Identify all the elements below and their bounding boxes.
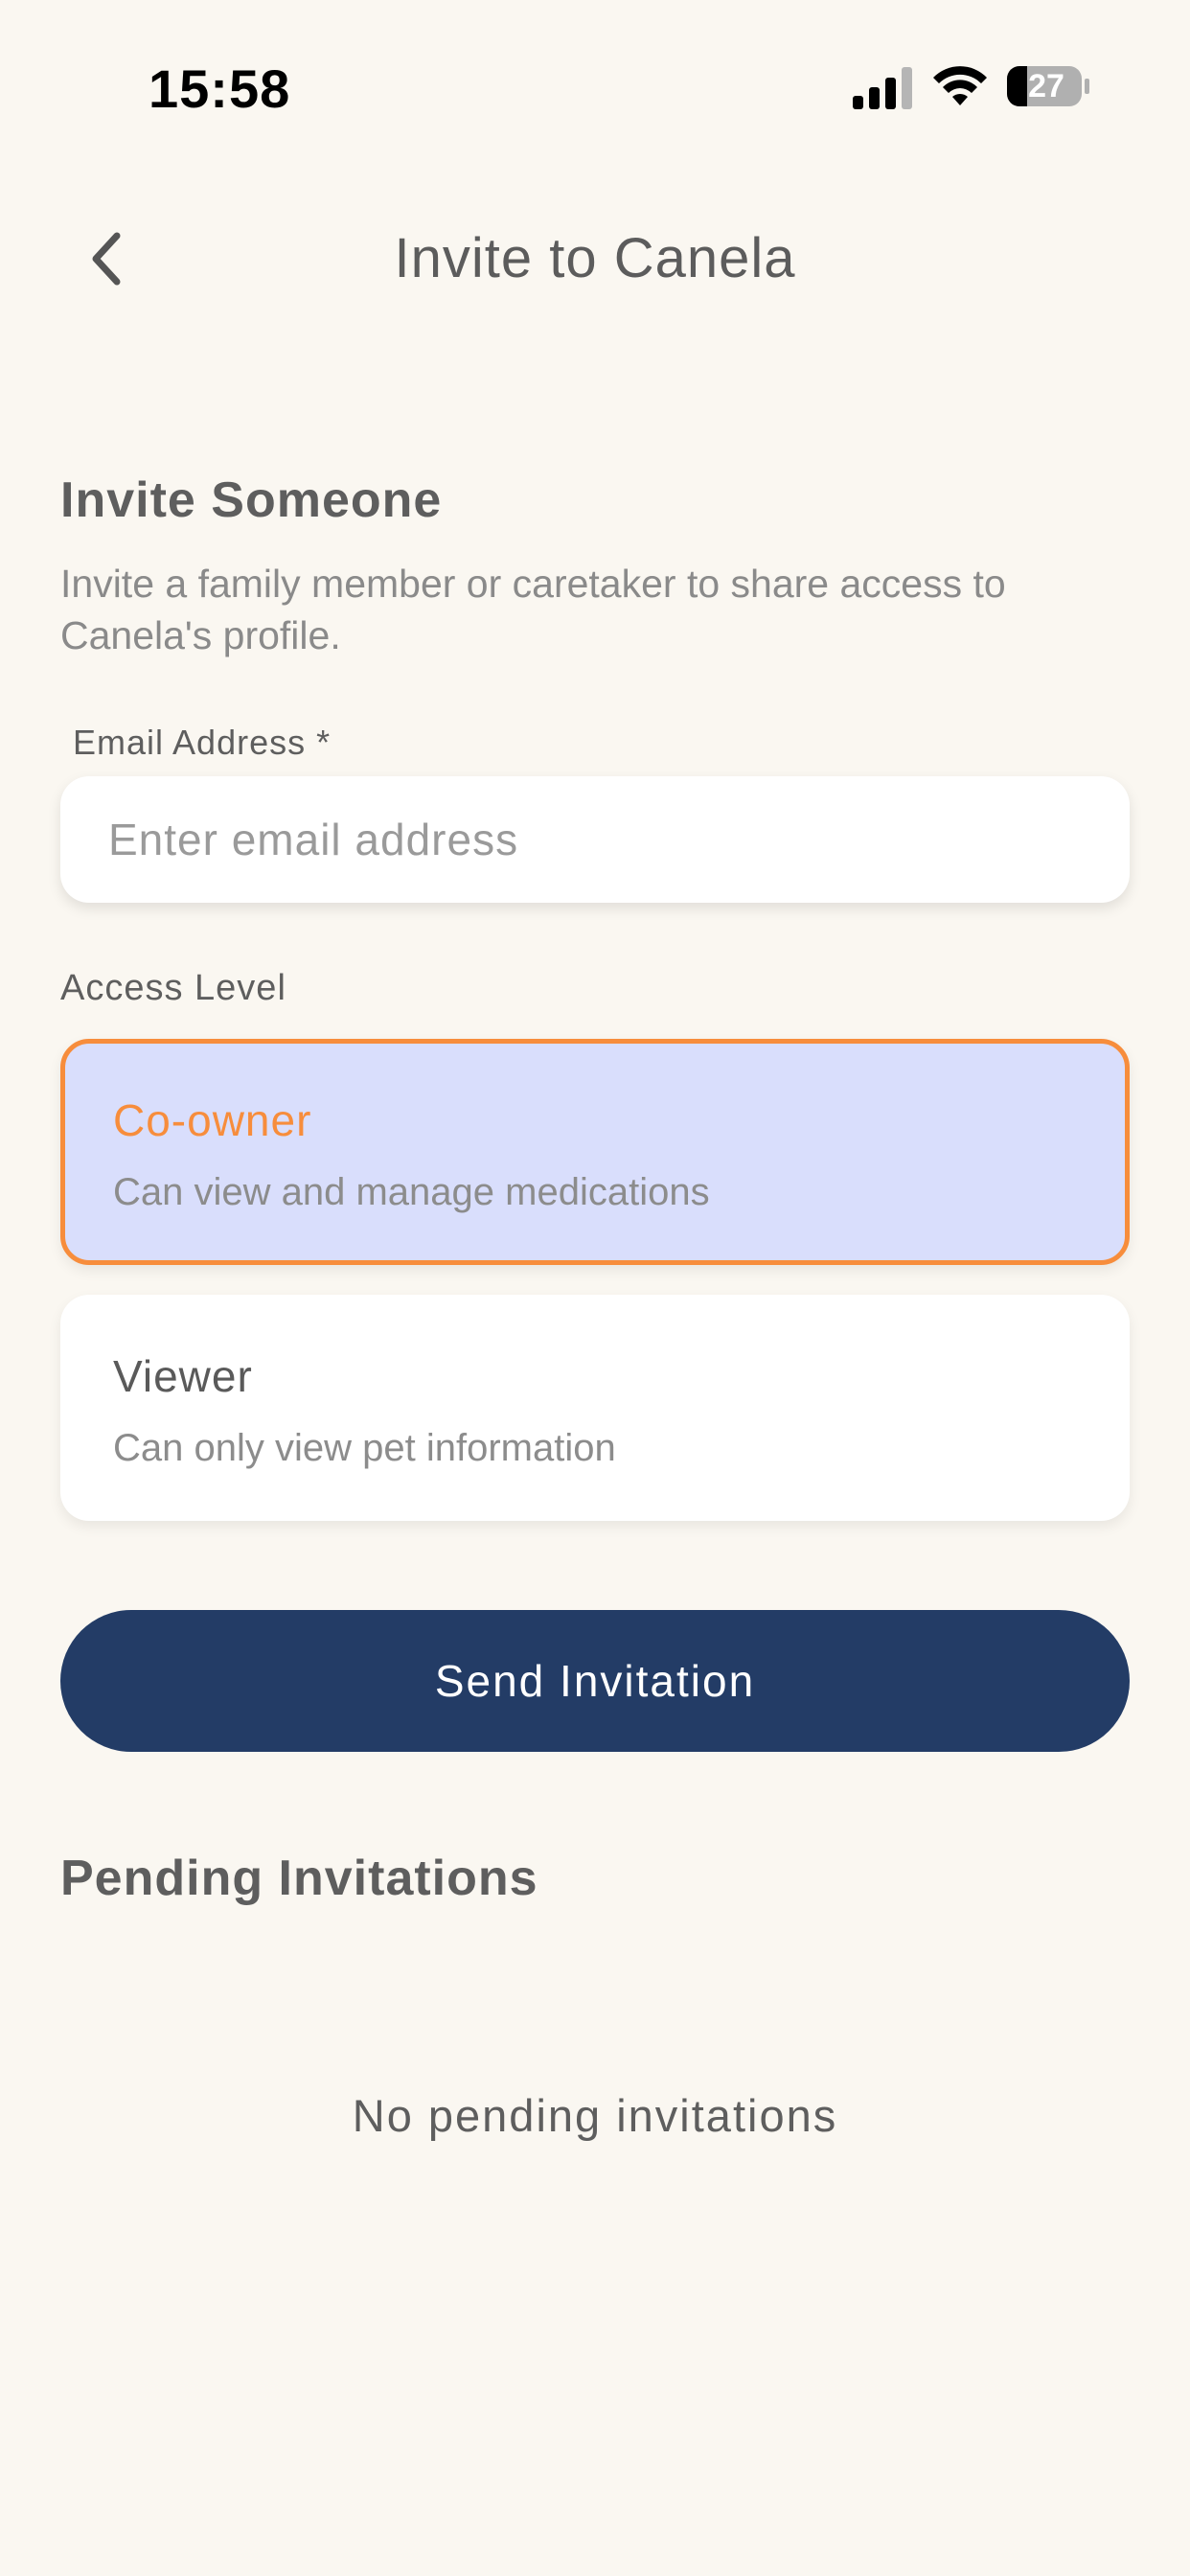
battery-level: 27 [1028, 68, 1064, 104]
option-title: Viewer [113, 1351, 253, 1401]
wifi-icon [933, 66, 987, 105]
page-title: Invite to Canela [394, 227, 796, 289]
send-invitation-button[interactable]: Send Invitation [60, 1610, 1130, 1752]
email-label: Email Address * [73, 723, 332, 762]
option-subtitle: Can only view pet information [113, 1427, 616, 1469]
status-time: 15:58 [149, 58, 291, 119]
email-input[interactable] [60, 776, 1130, 903]
pending-heading: Pending Invitations [60, 1851, 538, 1906]
option-title: Co-owner [113, 1095, 312, 1145]
invite-description: Invite a family member or caretaker to s… [60, 562, 1006, 657]
cellular-signal-icon [853, 67, 912, 109]
access-level-label: Access Level [60, 968, 286, 1008]
invite-screen: 15:58 27 Invite to Canela Invite Someone… [0, 0, 1190, 2576]
empty-state-text: No pending invitations [352, 2090, 838, 2141]
status-bar: 15:58 27 [0, 0, 1190, 172]
invite-heading: Invite Someone [60, 472, 443, 528]
option-subtitle: Can view and manage medications [113, 1171, 710, 1213]
option-co-owner[interactable]: Co-owner Can view and manage medications [60, 1039, 1130, 1265]
option-viewer[interactable]: Viewer Can only view pet information [60, 1295, 1130, 1521]
